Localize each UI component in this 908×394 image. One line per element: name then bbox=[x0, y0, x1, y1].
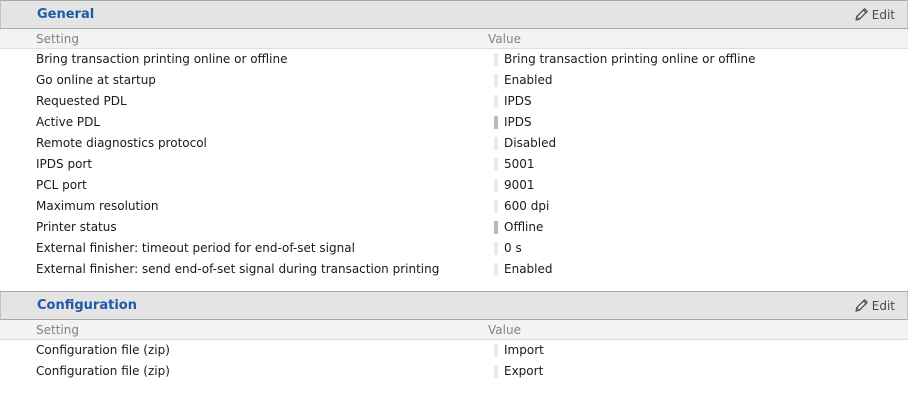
setting-label: External finisher: timeout period for en… bbox=[36, 241, 355, 255]
setting-row[interactable]: Configuration file (zip) Export bbox=[0, 361, 908, 382]
setting-label: Go online at startup bbox=[36, 73, 156, 87]
configuration-edit-button[interactable]: Edit bbox=[853, 297, 895, 314]
setting-label: Requested PDL bbox=[36, 94, 127, 108]
configuration-rows: Configuration file (zip) Import Configurat… bbox=[0, 340, 908, 382]
setting-value: Import bbox=[504, 343, 544, 357]
configuration-section: Configuration Edit Setting Value Configu… bbox=[0, 291, 908, 382]
general-edit-label: Edit bbox=[871, 7, 895, 22]
value-indicator bbox=[494, 344, 498, 357]
setting-label: PCL port bbox=[36, 178, 87, 192]
value-indicator bbox=[494, 53, 498, 66]
setting-label: Configuration file (zip) bbox=[36, 343, 170, 357]
configuration-section-title: Configuration bbox=[37, 298, 137, 313]
setting-row[interactable]: PCL port 9001 bbox=[0, 175, 908, 196]
setting-row[interactable]: Requested PDL IPDS bbox=[0, 91, 908, 112]
setting-row[interactable]: Printer status Offline bbox=[0, 217, 908, 238]
setting-row[interactable]: Active PDL IPDS bbox=[0, 112, 908, 133]
value-column-header: Value bbox=[488, 323, 521, 337]
value-indicator bbox=[494, 137, 498, 150]
setting-label: Maximum resolution bbox=[36, 199, 159, 213]
setting-row[interactable]: External finisher: timeout period for en… bbox=[0, 238, 908, 259]
setting-value: IPDS bbox=[504, 115, 532, 129]
setting-row[interactable]: Go online at startup Enabled bbox=[0, 70, 908, 91]
setting-value: Bring transaction printing online or off… bbox=[504, 52, 756, 66]
value-indicator bbox=[494, 263, 498, 276]
setting-label: Active PDL bbox=[36, 115, 101, 129]
setting-label: External finisher: send end-of-set signa… bbox=[36, 262, 440, 276]
setting-value: Offline bbox=[504, 220, 544, 234]
setting-value: 0 s bbox=[504, 241, 522, 255]
setting-label: Printer status bbox=[36, 220, 117, 234]
setting-label: Configuration file (zip) bbox=[36, 364, 170, 378]
value-indicator bbox=[494, 179, 498, 192]
pencil-icon bbox=[853, 6, 870, 23]
value-indicator bbox=[494, 221, 498, 234]
setting-row[interactable]: Remote diagnostics protocol Disabled bbox=[0, 133, 908, 154]
setting-value: IPDS bbox=[504, 94, 532, 108]
setting-label: Remote diagnostics protocol bbox=[36, 136, 207, 150]
setting-row[interactable]: External finisher: send end-of-set signa… bbox=[0, 259, 908, 280]
general-section: General Edit Setting Value Bring transac… bbox=[0, 0, 908, 280]
setting-value: Enabled bbox=[504, 73, 553, 87]
configuration-column-header: Setting Value bbox=[0, 320, 908, 340]
setting-row[interactable]: IPDS port 5001 bbox=[0, 154, 908, 175]
value-indicator bbox=[494, 200, 498, 213]
configuration-edit-label: Edit bbox=[871, 298, 895, 313]
setting-row[interactable]: Configuration file (zip) Import bbox=[0, 340, 908, 361]
setting-value: 9001 bbox=[504, 178, 535, 192]
setting-row[interactable]: Maximum resolution 600 dpi bbox=[0, 196, 908, 217]
settings-page: General Edit Setting Value Bring transac… bbox=[0, 0, 908, 394]
setting-column-header: Setting bbox=[36, 32, 79, 46]
setting-column-header: Setting bbox=[36, 323, 79, 337]
setting-label: IPDS port bbox=[36, 157, 93, 171]
value-indicator bbox=[494, 95, 498, 108]
setting-value: Enabled bbox=[504, 262, 553, 276]
value-column-header: Value bbox=[488, 32, 521, 46]
setting-row[interactable]: Bring transaction printing online or off… bbox=[0, 49, 908, 70]
value-indicator bbox=[494, 116, 498, 129]
general-column-header: Setting Value bbox=[0, 29, 908, 49]
pencil-icon bbox=[853, 297, 870, 314]
general-edit-button[interactable]: Edit bbox=[853, 6, 895, 23]
setting-value: Export bbox=[504, 364, 544, 378]
setting-value: 600 dpi bbox=[504, 199, 550, 213]
value-indicator bbox=[494, 158, 498, 171]
value-indicator bbox=[494, 242, 498, 255]
configuration-section-header: Configuration Edit bbox=[0, 291, 908, 320]
value-indicator bbox=[494, 365, 498, 378]
general-section-title: General bbox=[37, 7, 95, 22]
setting-label: Bring transaction printing online or off… bbox=[36, 52, 288, 66]
general-rows: Bring transaction printing online or off… bbox=[0, 49, 908, 280]
general-section-header: General Edit bbox=[0, 0, 908, 29]
setting-value: Disabled bbox=[504, 136, 557, 150]
value-indicator bbox=[494, 74, 498, 87]
setting-value: 5001 bbox=[504, 157, 535, 171]
